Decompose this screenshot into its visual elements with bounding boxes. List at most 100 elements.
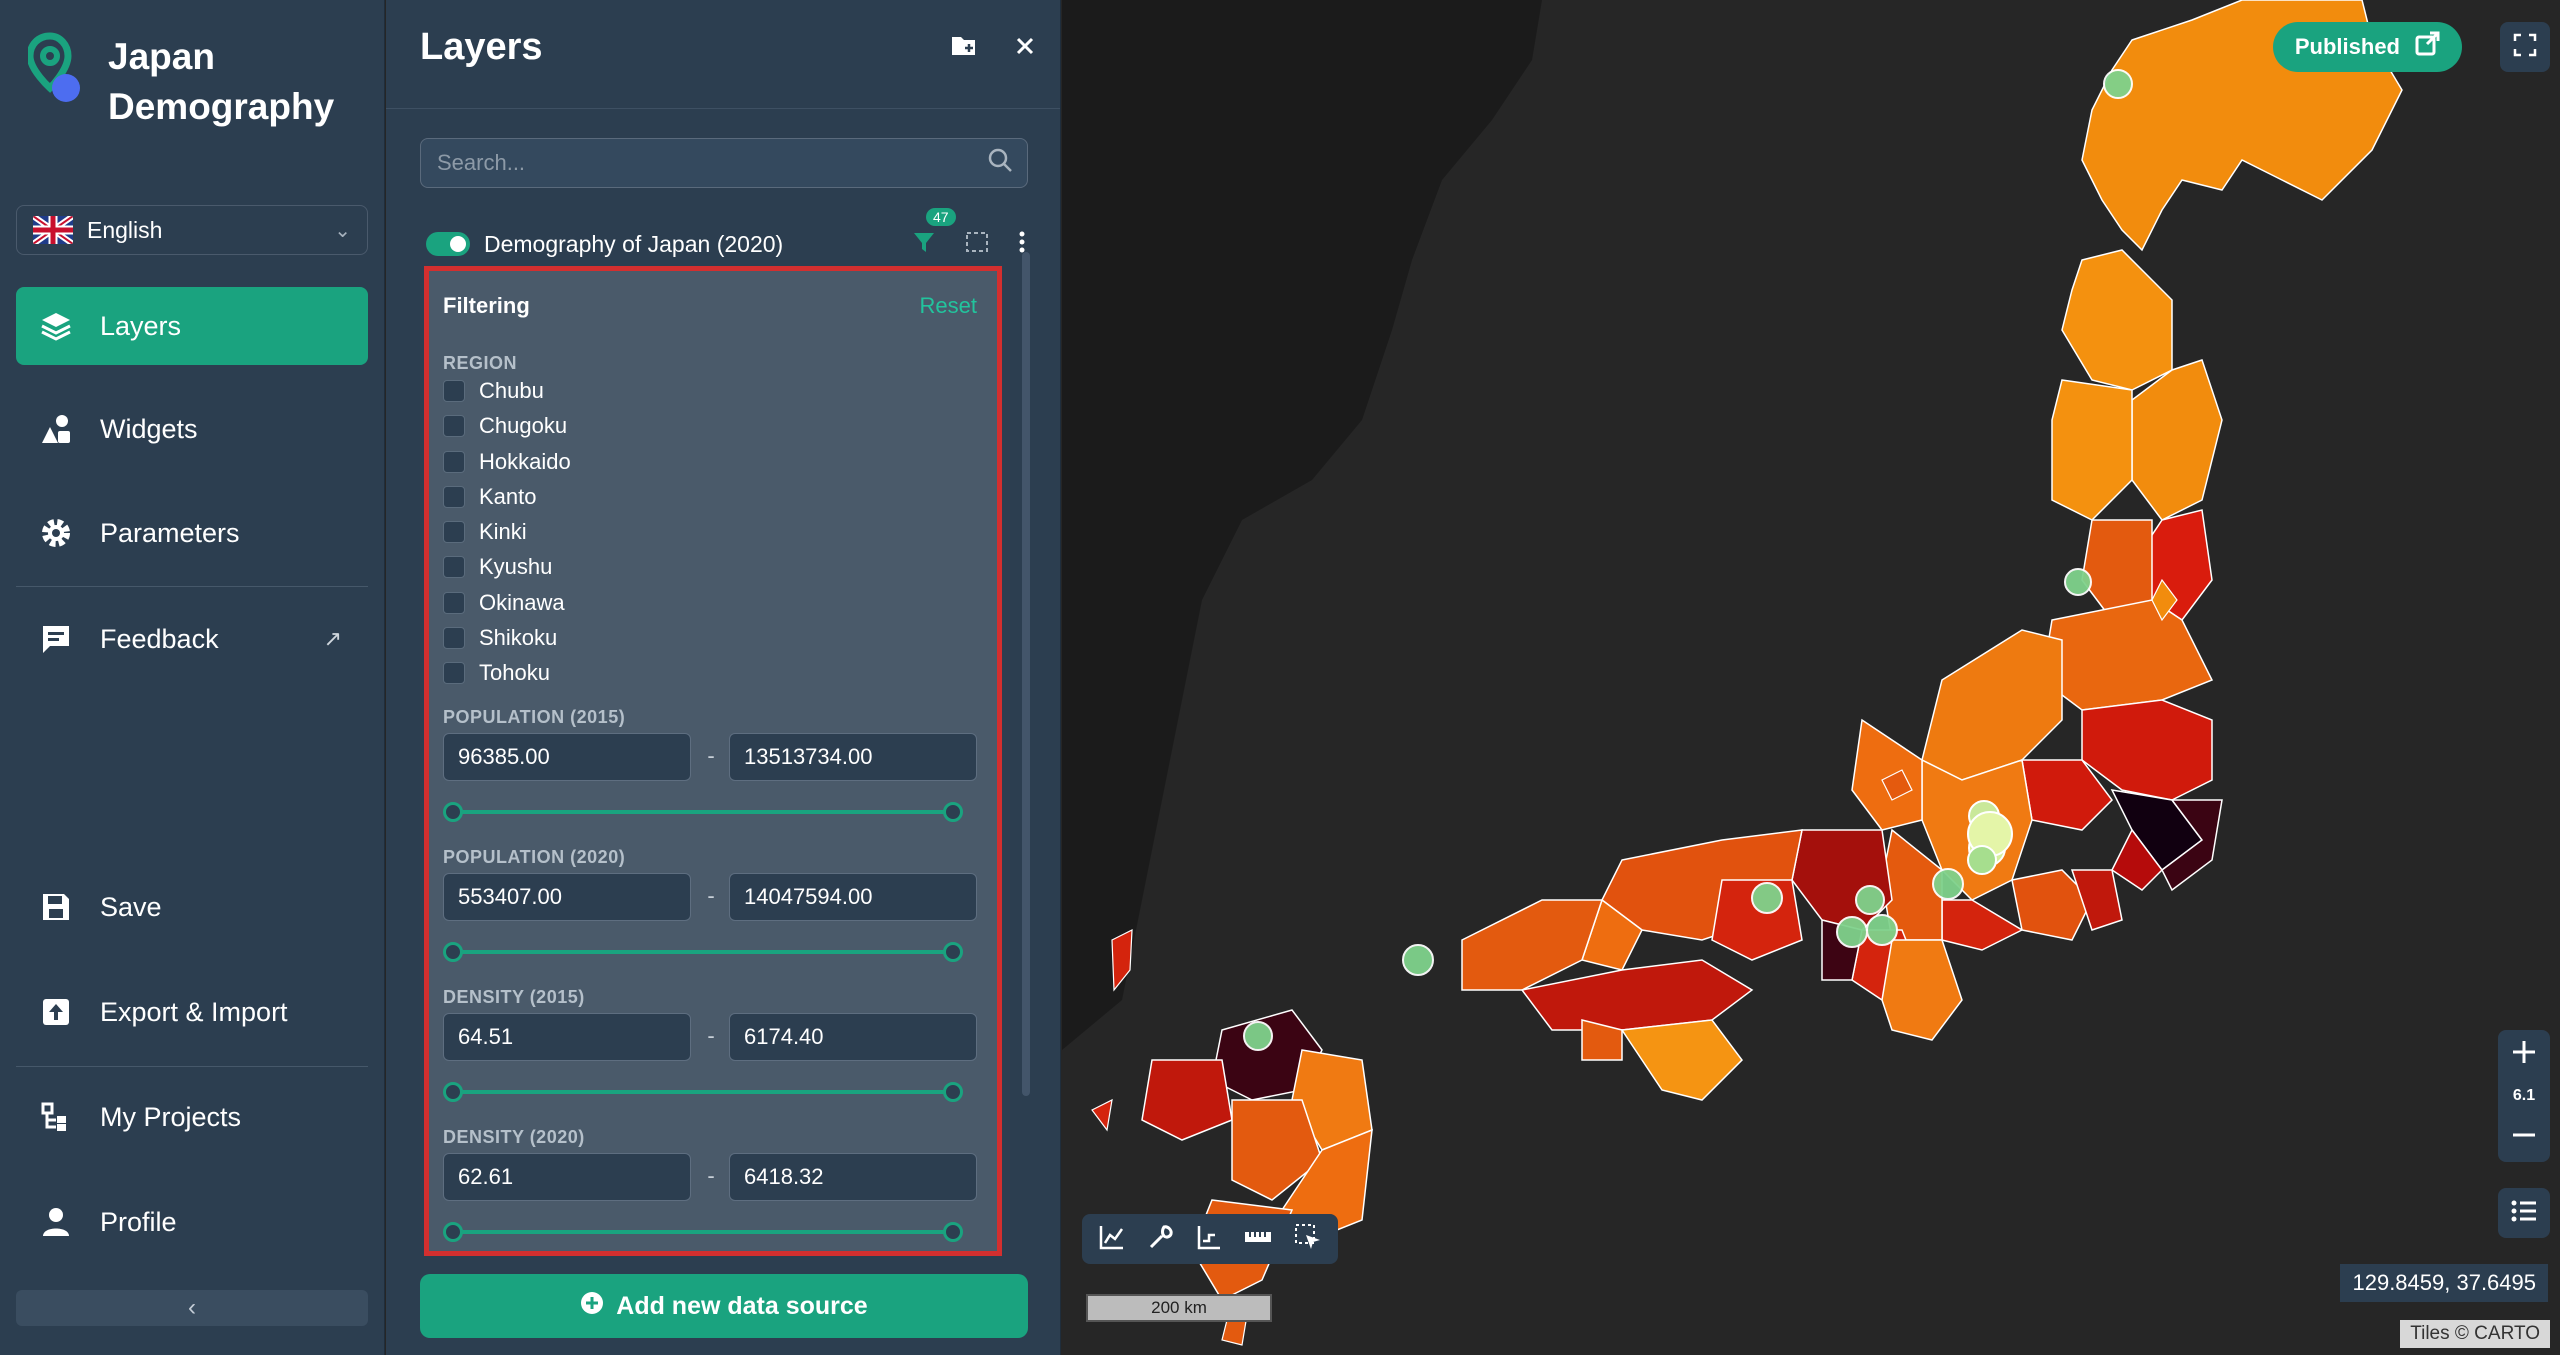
region-option[interactable]: Chugoku bbox=[443, 410, 567, 442]
ruler-icon[interactable] bbox=[1243, 1223, 1273, 1256]
layer-visibility-toggle[interactable] bbox=[426, 232, 470, 256]
range-min-input[interactable]: 553407.00 bbox=[443, 873, 691, 921]
region-option[interactable]: Shikoku bbox=[443, 622, 557, 654]
map-toolbar bbox=[1082, 1214, 1338, 1264]
filter-icon[interactable]: 47 bbox=[912, 207, 956, 259]
add-folder-icon[interactable] bbox=[950, 34, 978, 63]
range-max-input[interactable]: 14047594.00 bbox=[729, 873, 977, 921]
checkbox[interactable] bbox=[443, 415, 465, 437]
range-slider[interactable] bbox=[443, 1081, 963, 1103]
japan-choropleth-map[interactable] bbox=[1062, 0, 2560, 1355]
slider-min-handle[interactable] bbox=[443, 942, 463, 962]
checkbox[interactable] bbox=[443, 380, 465, 402]
map-attribution[interactable]: Tiles © CARTO bbox=[2400, 1320, 2550, 1348]
range-max-input[interactable]: 13513734.00 bbox=[729, 733, 977, 781]
panel-scrollbar[interactable] bbox=[1022, 252, 1030, 1096]
layer-tools: 47 bbox=[912, 207, 1026, 259]
nav-item-parameters[interactable]: Parameters bbox=[16, 494, 368, 572]
nav-divider bbox=[16, 1066, 368, 1067]
select-icon[interactable] bbox=[1294, 1223, 1322, 1256]
checkbox[interactable] bbox=[443, 486, 465, 508]
logo-icon bbox=[26, 32, 86, 111]
checkbox[interactable] bbox=[443, 451, 465, 473]
nav-divider bbox=[16, 586, 368, 587]
checkbox[interactable] bbox=[443, 592, 465, 614]
filtering-panel: Filtering Reset REGION Chubu Chugoku Hok… bbox=[424, 266, 1002, 1256]
region-option[interactable]: Hokkaido bbox=[443, 446, 571, 478]
upload-icon bbox=[38, 994, 74, 1030]
layer-search-input[interactable]: Search... bbox=[420, 138, 1028, 188]
reset-filters-link[interactable]: Reset bbox=[920, 293, 977, 319]
range-label: POPULATION (2015) bbox=[443, 707, 626, 727]
range-label: DENSITY (2020) bbox=[443, 1127, 585, 1147]
nav-item-my-projects[interactable]: My Projects bbox=[16, 1078, 368, 1156]
range-max-input[interactable]: 6174.40 bbox=[729, 1013, 977, 1061]
slider-max-handle[interactable] bbox=[943, 942, 963, 962]
chart-icon[interactable] bbox=[1098, 1223, 1126, 1256]
user-icon bbox=[38, 1204, 74, 1240]
region-option-label: Kyushu bbox=[479, 554, 553, 579]
checkbox[interactable] bbox=[443, 662, 465, 684]
nav-label-parameters: Parameters bbox=[100, 517, 240, 548]
plus-circle-icon bbox=[580, 1291, 604, 1322]
close-icon[interactable] bbox=[1014, 35, 1036, 62]
nav-label-profile: Profile bbox=[100, 1206, 177, 1237]
legend-button[interactable] bbox=[2498, 1188, 2550, 1238]
region-option[interactable]: Okinawa bbox=[443, 587, 565, 619]
region-option[interactable]: Kinki bbox=[443, 516, 527, 548]
fullscreen-button[interactable] bbox=[2500, 22, 2550, 72]
zoom-in-icon[interactable] bbox=[2510, 1038, 2538, 1071]
nav-item-widgets[interactable]: Widgets bbox=[16, 390, 368, 468]
app-title: Japan Demography bbox=[108, 36, 335, 127]
layer-row[interactable]: Demography of Japan (2020) 47 bbox=[426, 207, 1026, 266]
filter-count-badge: 47 bbox=[926, 207, 956, 226]
range-min-input[interactable]: 62.61 bbox=[443, 1153, 691, 1201]
slider-track bbox=[453, 950, 953, 954]
slider-min-handle[interactable] bbox=[443, 802, 463, 822]
collapse-sidebar-button[interactable]: ‹ bbox=[16, 1290, 368, 1326]
checkbox[interactable] bbox=[443, 521, 465, 543]
region-option[interactable]: Tohoku bbox=[443, 657, 550, 689]
slider-max-handle[interactable] bbox=[943, 802, 963, 822]
select-area-icon[interactable] bbox=[964, 230, 990, 259]
map-canvas[interactable]: Published 6.1 200 km 129.8459, 37.6495 T… bbox=[1062, 0, 2560, 1355]
range-min-input[interactable]: 64.51 bbox=[443, 1013, 691, 1061]
slider-max-handle[interactable] bbox=[943, 1082, 963, 1102]
checkbox[interactable] bbox=[443, 627, 465, 649]
region-option-label: Kinki bbox=[479, 519, 527, 544]
region-option[interactable]: Kyushu bbox=[443, 551, 552, 583]
wrench-icon[interactable] bbox=[1147, 1223, 1175, 1256]
nav-item-layers[interactable]: Layers bbox=[16, 287, 368, 365]
checkbox[interactable] bbox=[443, 556, 465, 578]
region-option[interactable]: Chubu bbox=[443, 375, 544, 407]
language-select[interactable]: English ⌄ bbox=[16, 205, 368, 255]
range-max-input[interactable]: 6418.32 bbox=[729, 1153, 977, 1201]
range-slider[interactable] bbox=[443, 801, 963, 823]
published-button[interactable]: Published bbox=[2272, 22, 2462, 72]
range-slider[interactable] bbox=[443, 1221, 963, 1243]
region-label: REGION bbox=[443, 353, 518, 373]
nav-label-layers: Layers bbox=[100, 310, 182, 341]
nav-item-feedback[interactable]: Feedback ↗ bbox=[16, 600, 368, 678]
range-min-input[interactable]: 96385.00 bbox=[443, 733, 691, 781]
region-option-label: Chugoku bbox=[479, 413, 568, 438]
region-option-label: Tohoku bbox=[479, 660, 550, 685]
region-option[interactable]: Kanto bbox=[443, 481, 537, 513]
nav-item-profile[interactable]: Profile bbox=[16, 1183, 368, 1261]
slider-min-handle[interactable] bbox=[443, 1222, 463, 1242]
add-data-source-label: Add new data source bbox=[616, 1291, 868, 1320]
region-option-label: Shikoku bbox=[479, 625, 558, 650]
panel-divider bbox=[386, 108, 1060, 109]
app-brand: Japan Demography bbox=[26, 32, 348, 132]
zoom-out-icon[interactable] bbox=[2510, 1121, 2538, 1154]
measure-area-icon[interactable] bbox=[1195, 1223, 1223, 1256]
slider-min-handle[interactable] bbox=[443, 1082, 463, 1102]
map-scale-bar: 200 km bbox=[1086, 1294, 1272, 1322]
add-data-source-button[interactable]: Add new data source bbox=[420, 1274, 1028, 1338]
nav-item-save[interactable]: Save bbox=[16, 868, 368, 946]
chevron-left-icon: ‹ bbox=[188, 1294, 196, 1321]
range-slider[interactable] bbox=[443, 941, 963, 963]
nav-item-export-import[interactable]: Export & Import bbox=[16, 973, 368, 1051]
slider-max-handle[interactable] bbox=[943, 1222, 963, 1242]
search-icon bbox=[987, 147, 1013, 179]
